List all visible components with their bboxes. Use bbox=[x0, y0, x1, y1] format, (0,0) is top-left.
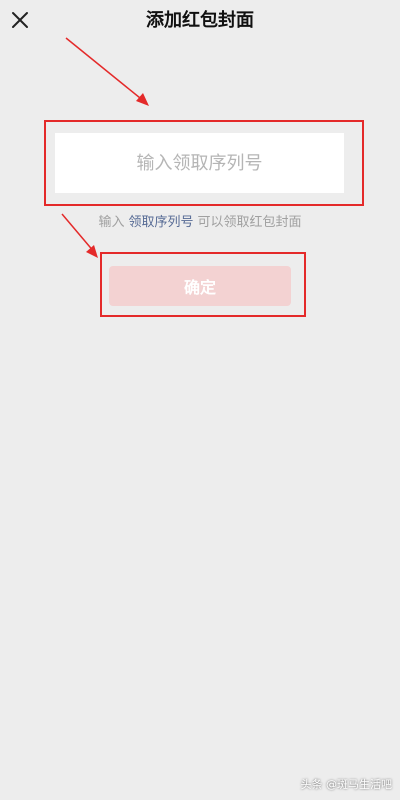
arrow-to-button bbox=[61, 213, 98, 258]
annotation-arrows bbox=[61, 37, 149, 258]
arrow-to-input bbox=[65, 37, 149, 106]
watermark: 头条 @斑马生活吧 bbox=[300, 778, 393, 791]
